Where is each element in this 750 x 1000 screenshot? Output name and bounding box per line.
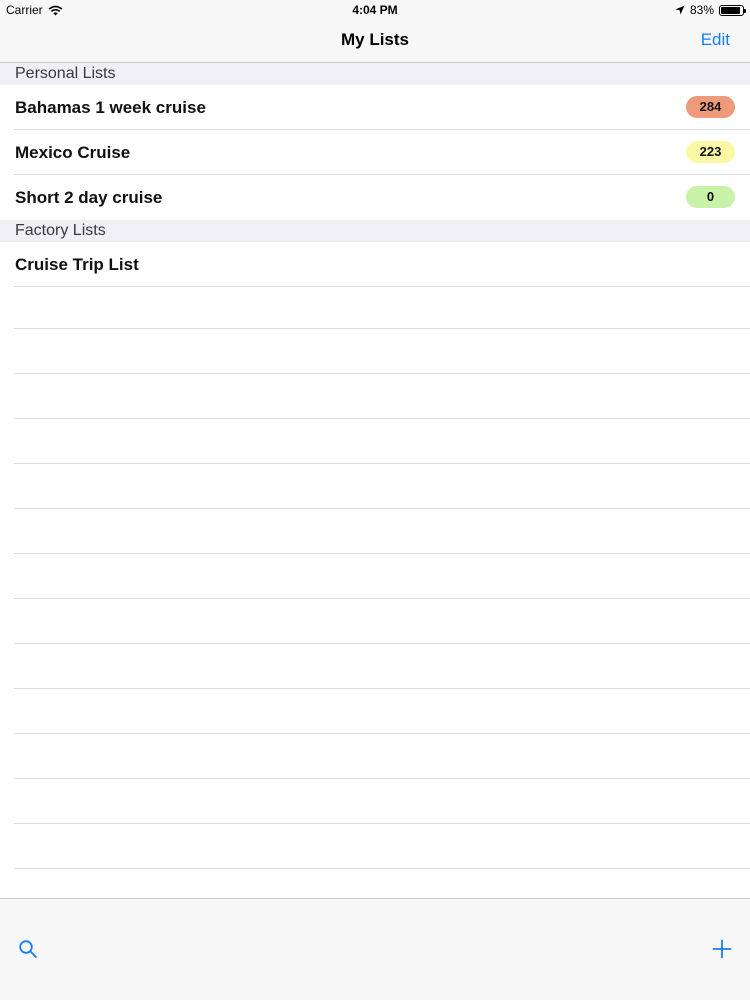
empty-row — [14, 644, 750, 689]
lists-table: Personal Lists Bahamas 1 week cruise 284… — [0, 63, 750, 287]
list-row-label: Short 2 day cruise — [15, 187, 163, 207]
screen: Carrier 4:04 PM 83% My Lists Edit Person… — [0, 0, 750, 1000]
add-icon[interactable] — [712, 939, 732, 959]
list-row[interactable]: Short 2 day cruise 0 — [0, 175, 750, 220]
status-right-group: 83% — [675, 0, 746, 20]
empty-rows — [0, 284, 750, 869]
section-header-factory: Factory Lists — [0, 220, 750, 242]
empty-row — [14, 824, 750, 869]
battery-fill — [721, 6, 741, 14]
count-badge: 0 — [686, 186, 735, 208]
count-badge: 284 — [686, 96, 735, 118]
status-bar: Carrier 4:04 PM 83% — [0, 0, 750, 20]
empty-row — [14, 509, 750, 554]
empty-row — [14, 284, 750, 329]
list-row-label: Mexico Cruise — [15, 142, 131, 162]
list-row[interactable]: Cruise Trip List — [0, 242, 750, 287]
section-header-personal: Personal Lists — [0, 63, 750, 85]
edit-button[interactable]: Edit — [701, 30, 730, 50]
empty-row — [14, 734, 750, 779]
list-row[interactable]: Bahamas 1 week cruise 284 — [0, 85, 750, 130]
page-title: My Lists — [340, 30, 410, 49]
empty-row — [14, 329, 750, 374]
empty-row — [14, 554, 750, 599]
empty-row — [14, 464, 750, 509]
empty-row — [14, 599, 750, 644]
empty-row — [14, 689, 750, 734]
battery-percent: 83% — [689, 3, 714, 17]
battery-icon — [719, 4, 746, 16]
bottom-toolbar — [0, 898, 750, 1000]
location-arrow-icon — [675, 5, 685, 15]
navigation-bar: Carrier 4:04 PM 83% My Lists Edit — [0, 0, 750, 63]
empty-row — [14, 779, 750, 824]
list-row[interactable]: Mexico Cruise 223 — [0, 130, 750, 175]
count-badge: 223 — [686, 141, 735, 163]
battery-nub — [744, 8, 746, 13]
empty-row — [14, 374, 750, 419]
list-row-label: Cruise Trip List — [15, 254, 139, 274]
list-row-label: Bahamas 1 week cruise — [15, 97, 206, 117]
status-time: 4:04 PM — [352, 3, 398, 17]
empty-row — [14, 419, 750, 464]
search-icon[interactable] — [18, 939, 38, 959]
